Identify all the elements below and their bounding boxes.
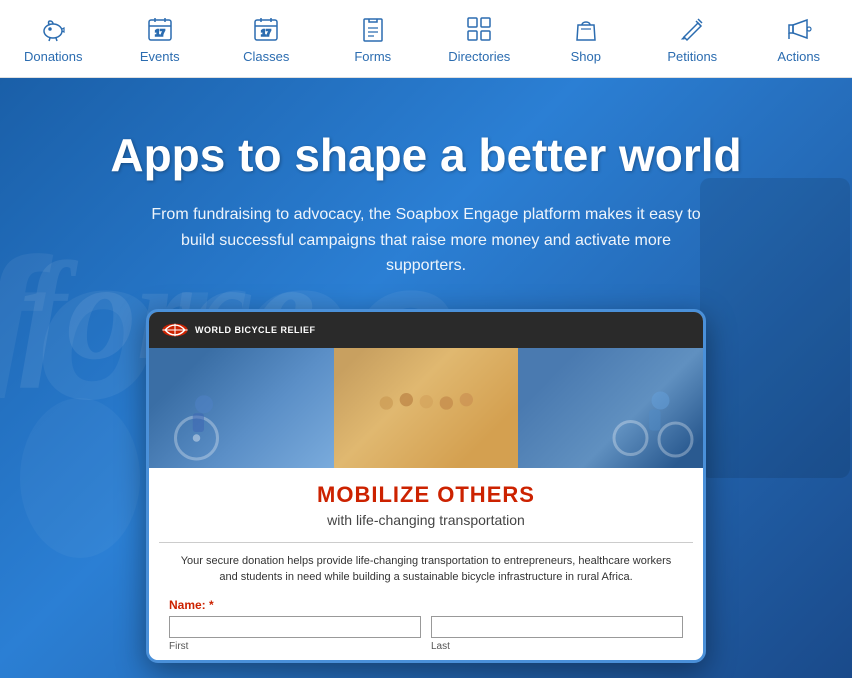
org-logo: WORLD BICYCLE RELIEF <box>161 320 316 340</box>
svg-text:17: 17 <box>155 28 165 38</box>
first-name-input[interactable] <box>169 616 421 638</box>
nav-item-forms[interactable]: Forms <box>333 13 413 64</box>
nav-item-directories[interactable]: Directories <box>439 13 519 64</box>
mobilize-title: MOBILIZE OTHERS <box>169 482 683 508</box>
nav-label-petitions: Petitions <box>667 49 717 64</box>
directories-icon <box>463 13 495 45</box>
org-name-text: WORLD BICYCLE RELIEF <box>195 325 316 335</box>
piggy-bank-icon <box>37 13 69 45</box>
nav-item-petitions[interactable]: Petitions <box>652 13 732 64</box>
nav-item-events[interactable]: 17 Events <box>120 13 200 64</box>
browser-bar: WORLD BICYCLE RELIEF <box>149 312 703 348</box>
form-hero-image <box>149 348 703 468</box>
top-navigation: Donations 17 Events 17 Classes <box>0 0 852 78</box>
megaphone-icon <box>783 13 815 45</box>
nav-label-forms: Forms <box>354 49 391 64</box>
first-name-caption: First <box>169 641 421 652</box>
name-label: Name: * <box>169 598 683 612</box>
nav-item-actions[interactable]: Actions <box>759 13 839 64</box>
nav-label-events: Events <box>140 49 180 64</box>
nav-label-classes: Classes <box>243 49 289 64</box>
hero-section: force Apps to shape a better world From … <box>0 78 852 678</box>
nav-label-donations: Donations <box>24 49 83 64</box>
nav-item-donations[interactable]: Donations <box>13 13 93 64</box>
hero-title: Apps to shape a better world <box>110 128 741 182</box>
first-name-group: First <box>169 616 421 652</box>
last-name-input[interactable] <box>431 616 683 638</box>
form-divider <box>159 542 693 543</box>
hero-subtitle: From fundraising to advocacy, the Soapbo… <box>146 202 706 279</box>
form-description: Your secure donation helps provide life-… <box>149 553 703 586</box>
nav-item-classes[interactable]: 17 Classes <box>226 13 306 64</box>
form-preview-card: WORLD BICYCLE RELIEF <box>146 309 706 663</box>
last-name-caption: Last <box>431 641 683 652</box>
calendar-classes-icon: 17 <box>250 13 282 45</box>
form-content: MOBILIZE OTHERS with life-changing trans… <box>149 348 703 660</box>
nav-label-shop: Shop <box>571 49 601 64</box>
form-mobilize-section: MOBILIZE OTHERS with life-changing trans… <box>149 468 703 542</box>
form-name-row: Name: * First Last <box>149 598 703 660</box>
shop-bag-icon <box>570 13 602 45</box>
calendar-events-icon: 17 <box>144 13 176 45</box>
name-inputs-container: First Last <box>169 616 683 652</box>
svg-text:17: 17 <box>261 28 271 38</box>
clipboard-icon <box>357 13 389 45</box>
nav-item-shop[interactable]: Shop <box>546 13 626 64</box>
pencil-icon <box>676 13 708 45</box>
nav-label-directories: Directories <box>448 49 510 64</box>
last-name-group: Last <box>431 616 683 652</box>
nav-label-actions: Actions <box>777 49 820 64</box>
mobilize-subtitle: with life-changing transportation <box>169 512 683 528</box>
